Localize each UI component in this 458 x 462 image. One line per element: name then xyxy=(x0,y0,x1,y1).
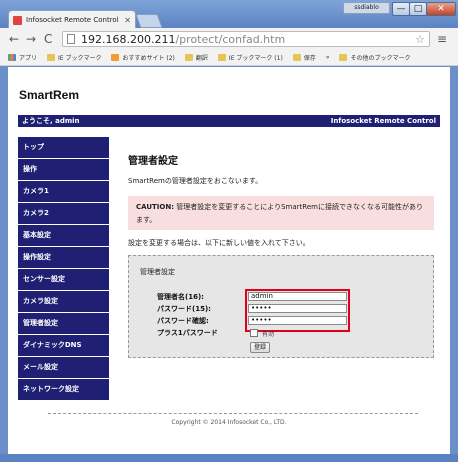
url-host: 192.168.200.211 xyxy=(81,32,176,46)
confirm-password-label: パスワード確認: xyxy=(157,317,209,325)
address-bar[interactable]: 192.168.200.211/protect/confad.htm ☆ xyxy=(62,31,430,47)
plus1-enable-label: 有効 xyxy=(262,331,275,338)
nav-camera-settings[interactable]: カメラ設定 xyxy=(18,291,109,312)
bookmark-ie-bookmarks-1[interactable]: IE ブックマーク (1) xyxy=(217,53,283,62)
nav-network-settings[interactable]: ネットワーク設定 xyxy=(18,379,109,400)
nav-top[interactable]: トップ xyxy=(18,137,109,158)
bookmark-apps[interactable]: アプリ xyxy=(8,53,37,62)
bookmarks-bar: アプリ IE ブックマーク おすすめサイト (2) 翻訳 IE ブックマーク (… xyxy=(0,50,458,66)
site-logo: SmartRem xyxy=(19,88,80,102)
extension-icon xyxy=(111,54,120,61)
folder-icon xyxy=(47,54,56,61)
reload-icon[interactable]: C xyxy=(44,32,52,46)
maximize-button[interactable]: □ xyxy=(409,2,427,16)
close-window-button[interactable]: ✕ xyxy=(426,2,456,16)
nav-admin-settings[interactable]: 管理者設定 xyxy=(18,313,109,334)
bookmarks-overflow-chevron[interactable]: » xyxy=(326,54,330,61)
tab-title: Infosocket Remote Control xyxy=(26,16,119,24)
nav-dynamic-dns[interactable]: ダイナミックDNS xyxy=(18,335,109,356)
password-label: パスワード(15): xyxy=(157,305,211,313)
nav-sensor-settings[interactable]: センサー設定 xyxy=(18,269,109,290)
nav-mail-settings[interactable]: メール設定 xyxy=(18,357,109,378)
product-name: Infosocket Remote Control xyxy=(330,117,436,125)
plus1-password-label: プラス1パスワード xyxy=(157,329,218,337)
header-bar: ようこそ, admin Infosocket Remote Control xyxy=(18,115,440,127)
profile-badge[interactable]: ssdiablo xyxy=(343,2,390,14)
copyright-text: Copyright © 2014 Infosocket Co., LTD. xyxy=(171,419,287,426)
url-path: /protect/confad.htm xyxy=(175,32,286,46)
page-title: 管理者設定 xyxy=(128,156,178,167)
favicon-icon xyxy=(13,15,22,25)
form-legend: 管理者設定 xyxy=(140,268,175,276)
main-content: 管理者設定 SmartRemの管理者設定をおこないます。 CAUTION: 管理… xyxy=(128,152,434,358)
caution-text: 管理者設定を変更することによりSmartRemに接続できなくなる可能性があります… xyxy=(136,203,423,224)
nav-operation[interactable]: 操作 xyxy=(18,159,109,180)
plus1-enable-checkbox[interactable] xyxy=(250,329,258,337)
nav-operation-settings[interactable]: 操作設定 xyxy=(18,247,109,268)
bookmark-saved[interactable]: 保存 xyxy=(292,53,316,62)
window-bottom-edge xyxy=(0,454,458,462)
folder-icon xyxy=(339,54,348,61)
page-description: SmartRemの管理者設定をおこないます。 xyxy=(128,177,263,185)
username-label: 管理者名(16): xyxy=(157,293,204,301)
folder-icon xyxy=(217,54,226,61)
back-arrow-icon[interactable]: ← xyxy=(9,32,19,46)
nav-camera1[interactable]: カメラ1 xyxy=(18,181,109,202)
footer-divider xyxy=(48,413,418,414)
new-tab-button[interactable] xyxy=(135,14,163,28)
close-tab-icon[interactable]: ✕ xyxy=(124,16,131,25)
nav-camera2[interactable]: カメラ2 xyxy=(18,203,109,224)
apps-icon xyxy=(8,54,16,61)
bookmark-other[interactable]: その他のブックマーク xyxy=(339,53,411,62)
minimize-button[interactable]: — xyxy=(392,2,410,16)
page-icon xyxy=(67,34,75,44)
welcome-text: ようこそ, admin xyxy=(22,117,80,125)
bookmark-recommended[interactable]: おすすめサイト (2) xyxy=(111,53,175,62)
nav-basic-settings[interactable]: 基本設定 xyxy=(18,225,109,246)
menu-icon[interactable]: ≡ xyxy=(437,32,447,46)
web-page: SmartRem ようこそ, admin Infosocket Remote C… xyxy=(8,67,450,454)
browser-tab[interactable]: Infosocket Remote Control ✕ xyxy=(8,10,136,29)
bookmark-ie-bookmarks[interactable]: IE ブックマーク xyxy=(47,53,101,62)
folder-icon xyxy=(184,54,193,61)
instruction-text: 設定を変更する場合は、以下に新しい値を入れて下さい。 xyxy=(128,239,310,247)
admin-settings-form: 管理者設定 管理者名(16): admin パスワード(15): ••••• パ… xyxy=(128,255,434,358)
bookmark-translate[interactable]: 翻訳 xyxy=(184,53,208,62)
browser-toolbar: ← → C 192.168.200.211/protect/confad.htm… xyxy=(0,28,458,50)
highlight-annotation xyxy=(245,289,350,332)
register-button[interactable]: 登録 xyxy=(250,342,270,353)
side-navigation: トップ 操作 カメラ1 カメラ2 基本設定 操作設定 センサー設定 カメラ設定 … xyxy=(18,137,109,401)
bookmark-star-icon[interactable]: ☆ xyxy=(415,33,425,46)
caution-box: CAUTION: 管理者設定を変更することによりSmartRemに接続できなくな… xyxy=(128,196,434,230)
folder-icon xyxy=(292,54,301,61)
forward-arrow-icon[interactable]: → xyxy=(26,32,36,46)
caution-label: CAUTION: xyxy=(136,203,175,211)
window-titlebar: ssdiablo — □ ✕ Infosocket Remote Control… xyxy=(0,0,458,29)
